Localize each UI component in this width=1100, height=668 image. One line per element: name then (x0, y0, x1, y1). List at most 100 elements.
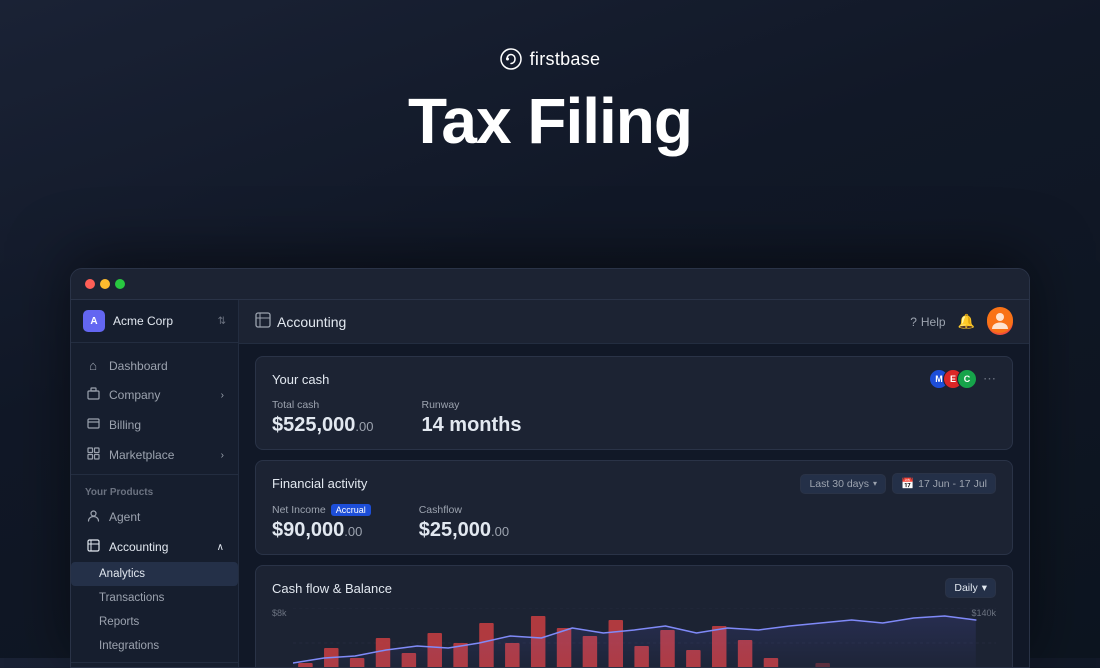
main-panel: Your cash M E C ⋯ Total cash (239, 344, 1029, 667)
sidebar-item-billing[interactable]: Billing (71, 410, 238, 440)
activity-card: Financial activity Last 30 days ▾ 📅 17 J… (255, 460, 1013, 555)
user-avatar[interactable] (987, 309, 1013, 335)
sidebar-sub-reports[interactable]: Reports (71, 610, 238, 634)
brand-logo: firstbase (500, 48, 601, 70)
period-filter-label: Last 30 days (809, 478, 869, 490)
date-filter-button[interactable]: 📅 17 Jun - 17 Jul (892, 473, 996, 494)
cash-card-header: Your cash M E C ⋯ (272, 369, 996, 389)
agent-icon (85, 509, 101, 525)
total-cash-label: Total cash (272, 399, 374, 411)
company-chevron-icon: ⇅ (218, 316, 226, 327)
chart-area: $8k $6k (272, 608, 996, 667)
accounting-expand-icon: ∧ (217, 542, 224, 553)
activity-card-header: Financial activity Last 30 days ▾ 📅 17 J… (272, 473, 996, 494)
calendar-icon: 📅 (901, 477, 914, 490)
sidebar-item-company[interactable]: Company › (71, 380, 238, 410)
bank-icon-3: C (957, 369, 977, 389)
brand-logo-icon (500, 48, 522, 70)
cashflow-stat: Cashflow $25,000.00 (419, 504, 509, 542)
chart-svg (293, 608, 996, 667)
daily-chevron-icon: ▾ (982, 582, 987, 594)
chart-svg-wrapper (293, 608, 996, 667)
y-right-top: $140k (971, 608, 996, 618)
total-cash-value: $525,000.00 (272, 414, 374, 437)
your-products-label: Your Products (71, 479, 238, 502)
cashflow-value: $25,000.00 (419, 519, 509, 542)
transactions-label: Transactions (99, 592, 164, 604)
section-icon (255, 312, 271, 331)
topbar-right: ? Help 🔔 (910, 309, 1013, 335)
net-income-value: $90,000.00 (272, 519, 371, 542)
page-title: Tax Filing (408, 86, 692, 156)
activity-filters: Last 30 days ▾ 📅 17 Jun - 17 Jul (800, 473, 996, 494)
daily-label: Daily (954, 582, 977, 594)
sidebar-dashboard-label: Dashboard (109, 359, 224, 373)
daily-period-button[interactable]: Daily ▾ (945, 578, 996, 598)
company-icon (85, 387, 101, 403)
accounting-icon (85, 539, 101, 555)
help-label: Help (921, 315, 946, 329)
bank-icons: M E C (929, 369, 977, 389)
help-button[interactable]: ? Help (910, 315, 945, 329)
sidebar-item-marketplace[interactable]: Marketplace › (71, 440, 238, 470)
notifications-bell-icon[interactable]: 🔔 (958, 313, 975, 330)
dashboard-icon: ⌂ (85, 358, 101, 373)
avatar-image (987, 307, 1013, 336)
y-label-top: $8k (272, 608, 287, 618)
analytics-label: Analytics (99, 568, 145, 580)
sidebar-sub-analytics[interactable]: Analytics (71, 562, 238, 586)
sidebar-agent-label: Agent (109, 510, 224, 524)
topbar: Accounting ? Help 🔔 (239, 300, 1029, 344)
company-selector[interactable]: A Acme Corp ⇅ (71, 300, 238, 343)
net-income-stat: Net Income Accrual $90,000.00 (272, 504, 371, 542)
sidebar-item-agent[interactable]: Agent (71, 502, 238, 532)
activity-stats: Net Income Accrual $90,000.00 Cashflow (272, 504, 996, 542)
window-dots (85, 279, 125, 289)
company-expand-icon: › (221, 390, 224, 401)
cash-card-menu-icon[interactable]: ⋯ (983, 371, 996, 387)
help-icon: ? (910, 315, 917, 329)
main-content: Accounting ? Help 🔔 (239, 300, 1029, 667)
cash-card-title: Your cash (272, 372, 329, 387)
period-filter-chevron-icon: ▾ (873, 479, 877, 488)
reports-label: Reports (99, 616, 139, 628)
billing-icon (85, 417, 101, 433)
marketplace-expand-icon: › (221, 450, 224, 461)
cash-card: Your cash M E C ⋯ Total cash (255, 356, 1013, 450)
sidebar-item-accounting[interactable]: Accounting ∧ (71, 532, 238, 562)
minimize-dot[interactable] (100, 279, 110, 289)
cash-card-actions: M E C ⋯ (929, 369, 996, 389)
chart-y-labels-left: $8k $6k (272, 608, 293, 667)
sidebar-divider-1 (71, 474, 238, 475)
brand-name: firstbase (530, 49, 601, 70)
cashflow-card-header: Cash flow & Balance Daily ▾ (272, 578, 996, 598)
sidebar: A Acme Corp ⇅ ⌂ Dashboard (71, 300, 239, 667)
topbar-title: Accounting (277, 314, 346, 330)
integrations-label: Integrations (99, 640, 159, 652)
cashflow-label: Cashflow (419, 504, 509, 516)
window-body: A Acme Corp ⇅ ⌂ Dashboard (71, 300, 1029, 667)
close-dot[interactable] (85, 279, 95, 289)
total-cash-stat: Total cash $525,000.00 (272, 399, 374, 437)
sidebar-sub-integrations[interactable]: Integrations (71, 634, 238, 658)
chart-y-labels-right: $140k $130k (971, 608, 996, 667)
accrual-badge: Accrual (331, 504, 371, 516)
cashflow-header-right: Daily ▾ (945, 578, 996, 598)
activity-card-title: Financial activity (272, 476, 367, 491)
maximize-dot[interactable] (115, 279, 125, 289)
sidebar-accounting-label: Accounting (109, 540, 209, 554)
net-income-label: Net Income Accrual (272, 504, 371, 516)
runway-stat: Runway 14 months (422, 399, 522, 437)
sidebar-billing-label: Billing (109, 418, 224, 432)
sidebar-nav: ⌂ Dashboard Company › (71, 343, 238, 667)
page-header: firstbase Tax Filing (408, 0, 692, 156)
company-name: Acme Corp (113, 314, 210, 328)
sidebar-item-dashboard[interactable]: ⌂ Dashboard (71, 351, 238, 380)
period-filter-button[interactable]: Last 30 days ▾ (800, 474, 886, 494)
runway-value: 14 months (422, 414, 522, 437)
sidebar-sub-transactions[interactable]: Transactions (71, 586, 238, 610)
sidebar-marketplace-label: Marketplace (109, 448, 213, 462)
sidebar-company-label: Company (109, 388, 213, 402)
window-chrome (71, 269, 1029, 300)
date-filter-label: 17 Jun - 17 Jul (918, 478, 987, 490)
